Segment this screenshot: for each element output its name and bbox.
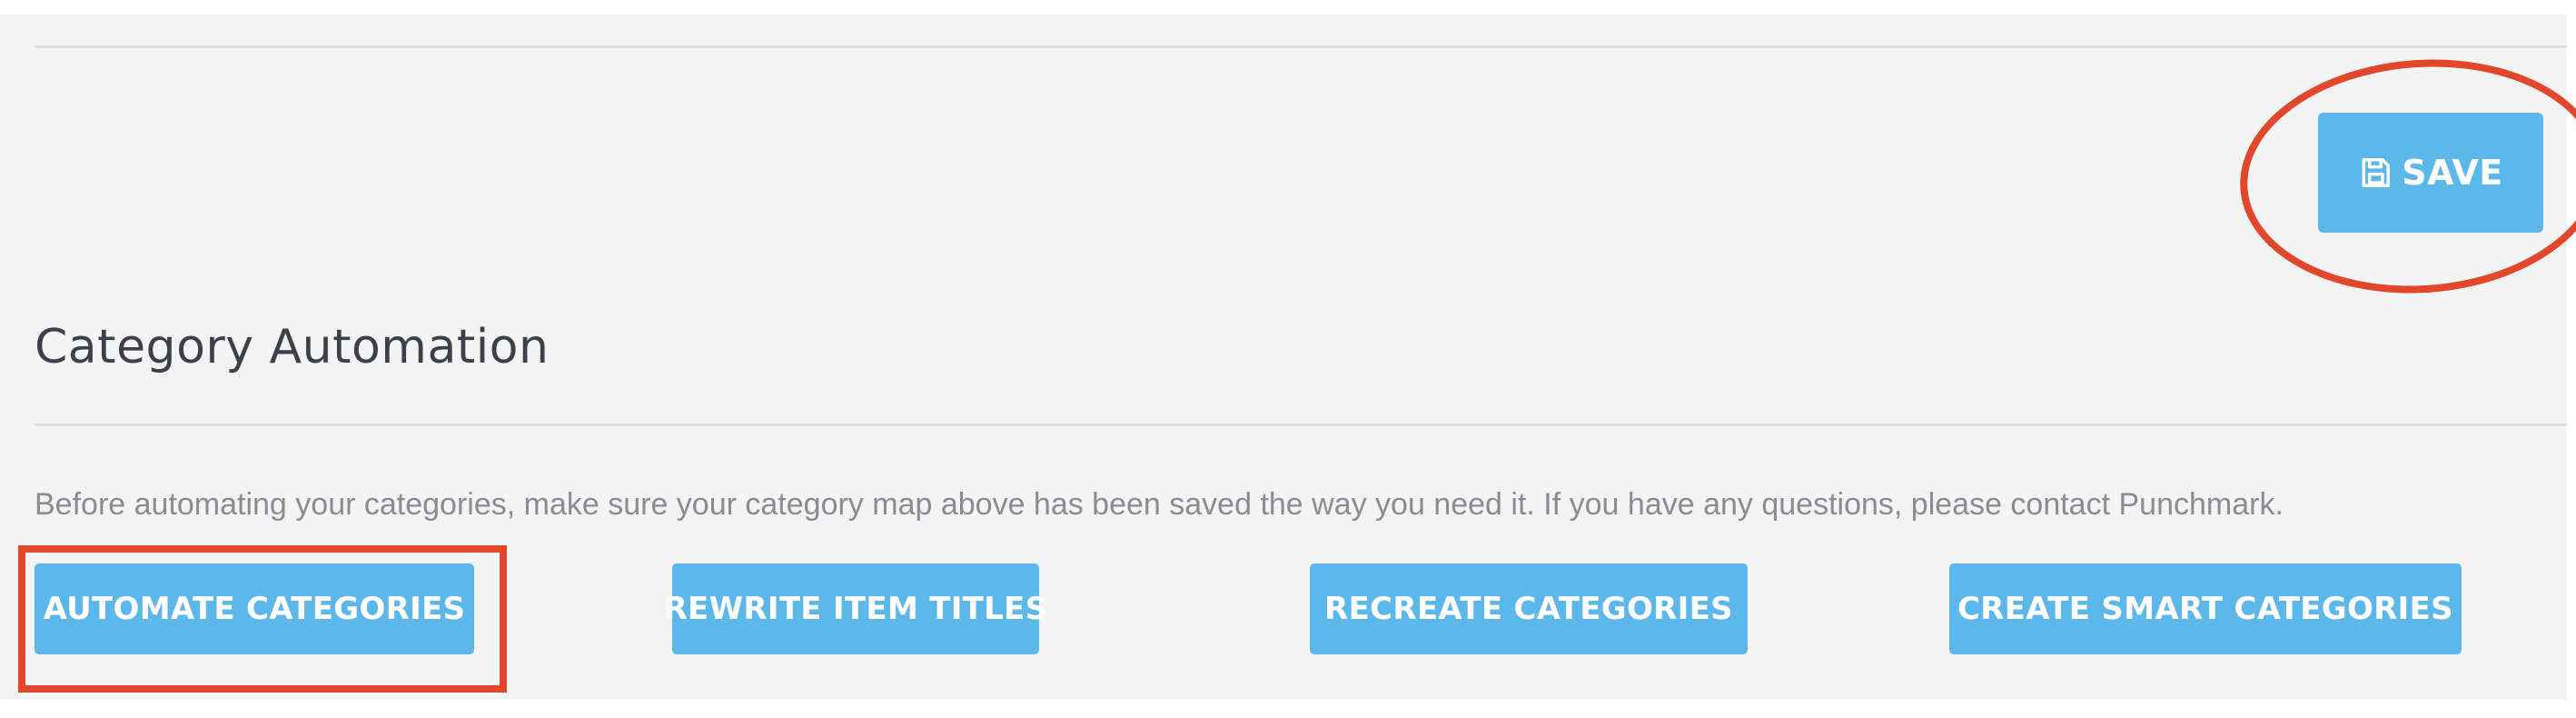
top-divider [35, 45, 2567, 48]
floppy-disk-icon [2358, 155, 2393, 190]
save-button[interactable]: SAVE [2318, 113, 2543, 233]
recreate-categories-button[interactable]: RECREATE CATEGORIES [1310, 563, 1748, 654]
section-divider [35, 424, 2567, 426]
section-title: Category Automation [35, 320, 550, 374]
automate-categories-button[interactable]: AUTOMATE CATEGORIES [35, 563, 474, 654]
rewrite-item-titles-button[interactable]: REWRITE ITEM TITLES [664, 563, 1047, 654]
create-smart-categories-button[interactable]: CREATE SMART CATEGORIES [1949, 563, 2462, 654]
save-button-label: SAVE [2402, 153, 2503, 193]
settings-panel: SAVE Category Automation Before automati… [0, 15, 2576, 700]
help-text: Before automating your categories, make … [35, 487, 2284, 522]
